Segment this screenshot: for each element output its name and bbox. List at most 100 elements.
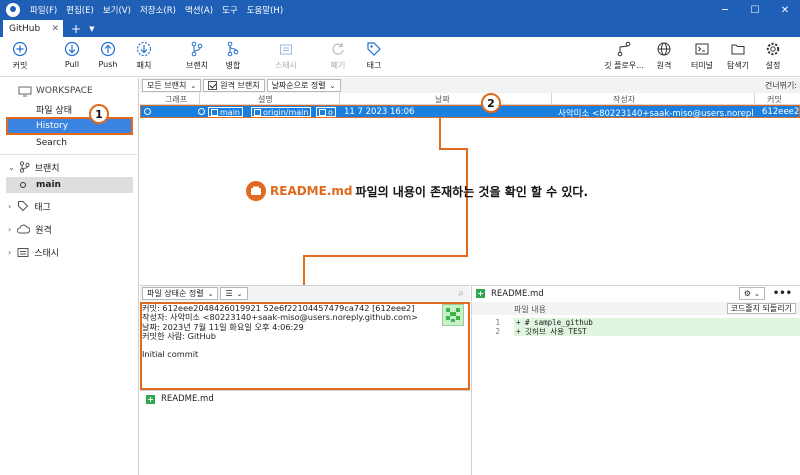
discard-button[interactable]: 폐기 xyxy=(318,41,358,71)
branch-filter-dropdown[interactable]: 모든 브랜치 ⌄ xyxy=(142,79,202,92)
close-tab-icon[interactable]: ✕ xyxy=(51,24,59,34)
globe-icon xyxy=(656,41,672,57)
close-button[interactable]: ✕ xyxy=(770,0,800,20)
column-author[interactable]: 작성자 xyxy=(613,94,635,105)
new-tab-icon[interactable]: + xyxy=(71,20,81,37)
tag-button[interactable]: 태그 xyxy=(354,41,394,71)
history-highlight-box xyxy=(6,117,133,135)
terminal-button[interactable]: 터미널 xyxy=(682,41,722,71)
explorer-button[interactable]: 탐색기 xyxy=(718,41,758,71)
cloud-icon xyxy=(17,224,31,234)
merge-button[interactable]: 병합 xyxy=(213,41,253,71)
history-filter-bar: 모든 브랜치 ⌄ 원격 브랜치 날짜순으로 정렬 ⌄ 건너뛰기: xyxy=(140,78,800,93)
menu-file[interactable]: 파일(F) xyxy=(30,4,57,16)
sidebar-tags-header[interactable]: › 태그 xyxy=(8,198,51,214)
tag-icon xyxy=(18,201,29,212)
chevron-down-icon: ⌄ xyxy=(190,81,197,90)
column-divider[interactable] xyxy=(754,93,755,105)
chevron-right-icon[interactable]: › xyxy=(8,202,11,211)
branch-icon xyxy=(189,41,205,57)
added-file-icon: + xyxy=(476,289,485,298)
gitflow-icon xyxy=(616,41,632,57)
branch-icon xyxy=(19,161,30,173)
gitflow-button[interactable]: 깃 플로우... xyxy=(604,41,644,71)
commit-date: 11 7 2023 16:06 xyxy=(344,107,415,117)
callout-badge-1: 1 xyxy=(89,104,109,124)
column-divider[interactable] xyxy=(339,93,340,105)
sidebar-divider xyxy=(0,154,139,155)
chevron-right-icon[interactable]: › xyxy=(8,248,11,257)
list-view-dropdown[interactable]: ☰ ⌄ xyxy=(220,287,248,300)
sidebar-workspace: WORKSPACE xyxy=(18,83,93,99)
commit-button[interactable]: 커밋 xyxy=(0,41,40,71)
tab-bar: GitHub ✕ + ▼ xyxy=(0,20,800,37)
column-divider[interactable] xyxy=(199,93,200,105)
push-arrow-icon xyxy=(100,41,116,57)
sidebar-stashes-header[interactable]: › 스태시 xyxy=(8,244,59,260)
diff-options-dropdown[interactable]: ⚙ ⌄ xyxy=(738,287,765,300)
menu-action[interactable]: 액션(A) xyxy=(185,4,213,16)
callout-badge-2: 2 xyxy=(481,93,501,113)
minimize-button[interactable]: ─ xyxy=(710,0,740,20)
remote-button[interactable]: 원격 xyxy=(644,41,684,71)
sidebar-item-search[interactable]: Search xyxy=(36,135,67,151)
menu-edit[interactable]: 편집(E) xyxy=(66,4,94,16)
branch-box-icon xyxy=(254,108,261,116)
tag-icon xyxy=(366,41,382,57)
pull-arrow-icon xyxy=(64,41,80,57)
diff-file-name: README.md xyxy=(491,288,544,299)
menu-repository[interactable]: 저장소(R) xyxy=(140,4,176,16)
sidebar-remotes-header[interactable]: › 원격 xyxy=(8,221,52,237)
discard-icon xyxy=(330,41,346,57)
tab-github[interactable]: GitHub ✕ xyxy=(3,20,63,37)
ref-origin-main-chip: origin/main xyxy=(251,107,312,117)
remote-branches-checkbox[interactable]: 원격 브랜치 xyxy=(203,79,265,92)
fetch-icon xyxy=(136,41,152,57)
callout-connector xyxy=(303,255,468,257)
list-item[interactable]: + README.md xyxy=(146,394,214,404)
line-text: + # sample_github xyxy=(514,318,800,327)
column-graph[interactable]: 그래프 xyxy=(165,94,187,105)
sidebar-item-main[interactable]: main xyxy=(6,177,133,193)
monitor-icon xyxy=(18,86,32,96)
file-icon xyxy=(246,181,266,201)
callout-connector xyxy=(466,148,468,256)
menu-view[interactable]: 보기(V) xyxy=(103,4,131,16)
sidebar-branches-header[interactable]: ⌄ 브랜치 xyxy=(8,159,60,175)
diff-subheader: 파일 내용 코드줄지 되돌리기 xyxy=(471,302,800,315)
column-date[interactable]: 날짜 xyxy=(435,94,450,105)
branch-button[interactable]: 브랜치 xyxy=(177,41,217,71)
diff-view: 1 + # sample_github 2 + 깃허브 사용 TEST xyxy=(471,316,800,475)
fetch-button[interactable]: 패치 xyxy=(124,41,164,71)
terminal-icon xyxy=(694,41,710,57)
chevron-down-icon[interactable]: ⌄ xyxy=(8,163,15,172)
more-options-icon[interactable]: ••• xyxy=(773,288,792,299)
chevron-down-icon: ⌄ xyxy=(329,81,336,90)
line-number: 2 xyxy=(495,327,500,336)
pull-button[interactable]: Pull xyxy=(52,41,92,69)
changed-files-list: + README.md xyxy=(140,390,470,475)
sidebar-item-file-status[interactable]: 파일 상태 xyxy=(36,101,72,117)
settings-button[interactable]: 설정 xyxy=(753,41,793,71)
menu-help[interactable]: 도움말(H) xyxy=(247,4,283,16)
date-sort-dropdown[interactable]: 날짜순으로 정렬 ⌄ xyxy=(266,79,341,92)
added-file-icon: + xyxy=(146,394,155,404)
file-status-sort-dropdown[interactable]: 파일 상태순 정렬 ⌄ xyxy=(142,287,219,300)
sourcetree-logo-icon xyxy=(6,3,20,17)
search-icon[interactable]: ⌕ xyxy=(458,288,464,299)
commit-row[interactable]: main origin/main o 11 7 2023 16:06 사악미소 … xyxy=(140,105,800,119)
tab-dropdown-icon[interactable]: ▼ xyxy=(89,20,94,37)
revert-hunk-button[interactable]: 코드줄지 되돌리기 xyxy=(726,303,796,314)
line-number: 1 xyxy=(495,318,500,327)
commit-node-icon xyxy=(144,108,151,115)
chevron-right-icon[interactable]: › xyxy=(8,225,11,234)
maximize-button[interactable]: ☐ xyxy=(740,0,770,20)
stash-button[interactable]: 스태시 xyxy=(266,41,306,71)
sidebar: WORKSPACE 파일 상태 History Search ⌄ 브랜치 mai… xyxy=(0,78,139,475)
column-description[interactable]: 설명 xyxy=(258,94,273,105)
menu-tools[interactable]: 도구 xyxy=(222,4,238,16)
push-button[interactable]: Push xyxy=(88,41,128,69)
chevron-down-icon: ⌄ xyxy=(753,289,760,298)
column-divider[interactable] xyxy=(551,93,552,105)
column-commit[interactable]: 커밋 xyxy=(767,94,782,105)
